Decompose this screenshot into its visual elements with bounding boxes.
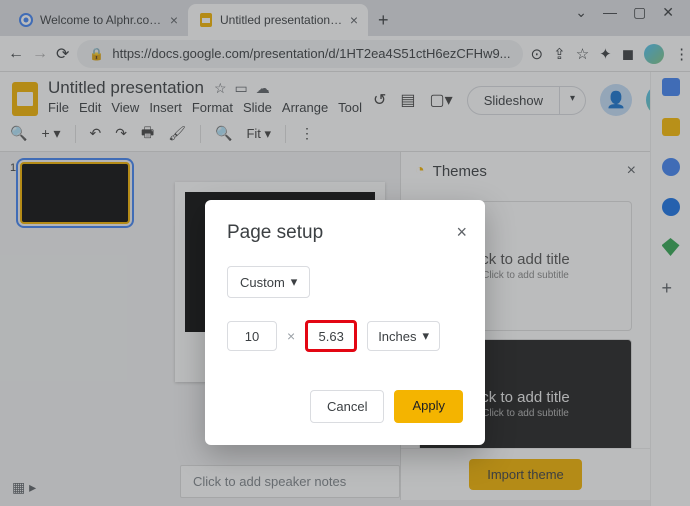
cancel-button[interactable]: Cancel: [310, 390, 384, 423]
close-icon[interactable]: ×: [456, 222, 467, 243]
unit-label: Inches: [378, 329, 416, 344]
width-input[interactable]: [227, 321, 277, 351]
height-input[interactable]: [305, 320, 357, 352]
page-setup-dialog: Page setup × Custom ▾ × Inches ▾ Cancel …: [205, 200, 485, 445]
chevron-down-icon: ▾: [291, 274, 298, 290]
chevron-down-icon: ▾: [423, 328, 430, 344]
apply-button[interactable]: Apply: [394, 390, 463, 423]
preset-dropdown[interactable]: Custom ▾: [227, 266, 310, 298]
preset-label: Custom: [240, 275, 285, 290]
dialog-title: Page setup: [227, 222, 463, 244]
unit-dropdown[interactable]: Inches ▾: [367, 321, 440, 351]
multiply-icon: ×: [287, 328, 295, 344]
